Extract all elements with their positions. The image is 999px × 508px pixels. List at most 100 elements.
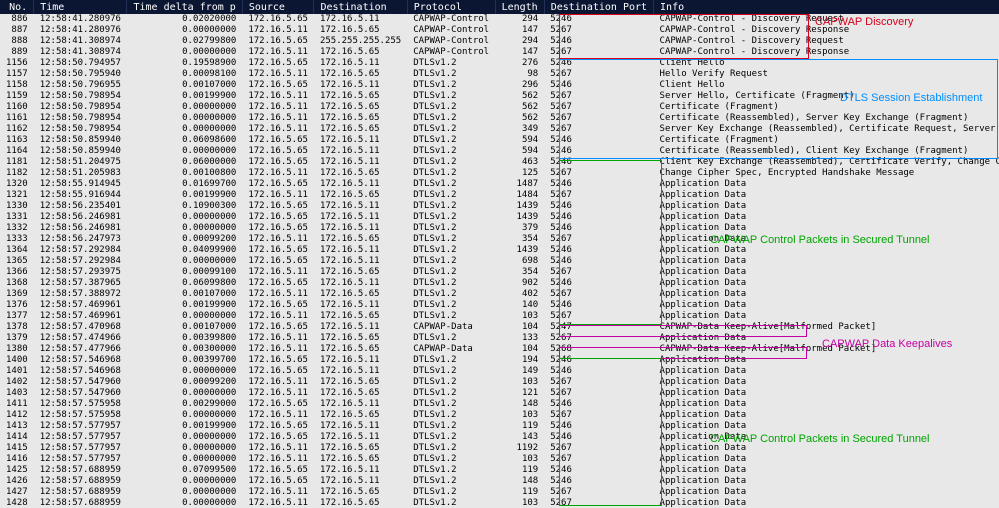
- col-info[interactable]: Info: [654, 0, 999, 14]
- table-row[interactable]: 116112:58:50.7989540.00000000172.16.5.11…: [0, 113, 999, 124]
- table-row[interactable]: 136512:58:57.2929840.00000000172.16.5.65…: [0, 256, 999, 267]
- cell: 172.16.5.65: [242, 245, 314, 256]
- table-row[interactable]: 115912:58:50.7989540.00199900172.16.5.11…: [0, 91, 999, 102]
- table-row[interactable]: 142712:58:57.6889590.00000000172.16.5.11…: [0, 487, 999, 498]
- cell: 12:58:57.469961: [34, 311, 127, 322]
- cell: 0.00000000: [127, 25, 242, 36]
- cell: 172.16.5.11: [314, 179, 407, 190]
- cell: 5267: [544, 25, 653, 36]
- cell: 172.16.5.11: [314, 300, 407, 311]
- cell: 5267: [544, 289, 653, 300]
- table-row[interactable]: 137912:58:57.4749660.00399800172.16.5.11…: [0, 333, 999, 344]
- col-port[interactable]: Destination Port: [544, 0, 653, 14]
- cell: Server Hello, Certificate (Fragment): [654, 91, 999, 102]
- table-row[interactable]: 133212:58:56.2469810.00000000172.16.5.65…: [0, 223, 999, 234]
- table-row[interactable]: 140212:58:57.5479600.00099200172.16.5.11…: [0, 377, 999, 388]
- cell: 172.16.5.65: [242, 223, 314, 234]
- cell: 12:58:57.546968: [34, 366, 127, 377]
- cell: 12:58:51.205983: [34, 168, 127, 179]
- table-row[interactable]: 140312:58:57.5479600.00000000172.16.5.11…: [0, 388, 999, 399]
- table-row[interactable]: 118112:58:51.2049750.06000000172.16.5.65…: [0, 157, 999, 168]
- table-row[interactable]: 138012:58:57.4779660.00300000172.16.5.11…: [0, 344, 999, 355]
- col-src[interactable]: Source: [242, 0, 314, 14]
- table-row[interactable]: 140112:58:57.5469680.00000000172.16.5.65…: [0, 366, 999, 377]
- cell: 1368: [0, 278, 34, 289]
- cell: 0.06098600: [127, 135, 242, 146]
- col-len[interactable]: Length: [495, 0, 544, 14]
- cell: 12:58:55.914945: [34, 179, 127, 190]
- table-row[interactable]: 88712:58:41.2809760.00000000172.16.5.111…: [0, 25, 999, 36]
- cell: 172.16.5.11: [242, 333, 314, 344]
- table-row[interactable]: 88912:58:41.3089740.00000000172.16.5.111…: [0, 47, 999, 58]
- cell: 1484: [495, 190, 544, 201]
- table-row[interactable]: 141212:58:57.5759580.00000000172.16.5.11…: [0, 410, 999, 421]
- table-row[interactable]: 136412:58:57.2929840.04099900172.16.5.65…: [0, 245, 999, 256]
- cell: 172.16.5.11: [314, 201, 407, 212]
- cell: 172.16.5.11: [242, 443, 314, 454]
- cell: 0.00000000: [127, 443, 242, 454]
- table-row[interactable]: 140012:58:57.5469680.00399700172.16.5.65…: [0, 355, 999, 366]
- table-row[interactable]: 137712:58:57.4699610.00000000172.16.5.11…: [0, 311, 999, 322]
- table-row[interactable]: 132112:58:55.9169440.00199900172.16.5.11…: [0, 190, 999, 201]
- cell: 12:58:57.292984: [34, 245, 127, 256]
- cell: 0.00000000: [127, 113, 242, 124]
- cell: DTLSv1.2: [407, 223, 495, 234]
- cell: 172.16.5.11: [314, 465, 407, 476]
- table-row[interactable]: 136912:58:57.3889720.00107000172.16.5.11…: [0, 289, 999, 300]
- table-row[interactable]: 141512:58:57.5779570.00000000172.16.5.11…: [0, 443, 999, 454]
- cell: 1401: [0, 366, 34, 377]
- table-row[interactable]: 115812:58:50.7969550.00107000172.16.5.65…: [0, 80, 999, 91]
- cell: 0.00107000: [127, 322, 242, 333]
- table-row[interactable]: 137612:58:57.4699610.00199900172.16.5.65…: [0, 300, 999, 311]
- col-no[interactable]: No.: [0, 0, 34, 14]
- cell: 0.00000000: [127, 102, 242, 113]
- table-row[interactable]: 133012:58:56.2354010.10900300172.16.5.65…: [0, 201, 999, 212]
- cell: 172.16.5.11: [242, 190, 314, 201]
- cell: DTLSv1.2: [407, 256, 495, 267]
- cell: 889: [0, 47, 34, 58]
- col-td[interactable]: Time delta from p: [127, 0, 242, 14]
- col-dst[interactable]: Destination: [314, 0, 407, 14]
- cell: 172.16.5.65: [314, 311, 407, 322]
- table-row[interactable]: 142512:58:57.6889590.07099500172.16.5.65…: [0, 465, 999, 476]
- cell: DTLSv1.2: [407, 102, 495, 113]
- cell: 1487: [495, 179, 544, 190]
- table-row[interactable]: 118212:58:51.2059830.00100800172.16.5.11…: [0, 168, 999, 179]
- table-row[interactable]: 116312:58:50.8599400.06098600172.16.5.65…: [0, 135, 999, 146]
- table-row[interactable]: 136812:58:57.3879650.06099800172.16.5.65…: [0, 278, 999, 289]
- cell: 0.00199900: [127, 91, 242, 102]
- cell: 12:58:41.308974: [34, 36, 127, 47]
- table-row[interactable]: 88812:58:41.3089740.02799800172.16.5.652…: [0, 36, 999, 47]
- table-row[interactable]: 142612:58:57.6889590.00000000172.16.5.65…: [0, 476, 999, 487]
- table-row[interactable]: 137812:58:57.4709680.00107000172.16.5.65…: [0, 322, 999, 333]
- table-row[interactable]: 141412:58:57.5779570.00000000172.16.5.65…: [0, 432, 999, 443]
- table-row[interactable]: 115712:58:50.7959400.00098100172.16.5.11…: [0, 69, 999, 80]
- cell: 0.00000000: [127, 256, 242, 267]
- table-row[interactable]: 141612:58:57.5779570.00000000172.16.5.11…: [0, 454, 999, 465]
- cell: 12:58:56.246981: [34, 223, 127, 234]
- cell: DTLSv1.2: [407, 135, 495, 146]
- table-row[interactable]: 115612:58:50.7949570.19598900172.16.5.65…: [0, 58, 999, 69]
- table-row[interactable]: 88612:58:41.2809760.02020000172.16.5.651…: [0, 14, 999, 25]
- table-row[interactable]: 136612:58:57.2939750.00099100172.16.5.11…: [0, 267, 999, 278]
- cell: Application Data: [654, 278, 999, 289]
- table-row[interactable]: 133112:58:56.2469810.00000000172.16.5.65…: [0, 212, 999, 223]
- cell: 5246: [544, 36, 653, 47]
- cell: 1439: [495, 201, 544, 212]
- table-row[interactable]: 142812:58:57.6889590.00000000172.16.5.11…: [0, 498, 999, 508]
- table-row[interactable]: 116212:58:50.7989540.00000000172.16.5.11…: [0, 124, 999, 135]
- table-row[interactable]: 141312:58:57.5779570.00199900172.16.5.65…: [0, 421, 999, 432]
- cell: 12:58:57.577957: [34, 421, 127, 432]
- col-prot[interactable]: Protocol: [407, 0, 495, 14]
- table-row[interactable]: 116012:58:50.7989540.00000000172.16.5.11…: [0, 102, 999, 113]
- cell: 0.00000000: [127, 487, 242, 498]
- table-row[interactable]: 116412:58:50.8599400.00000000172.16.5.65…: [0, 146, 999, 157]
- table-row[interactable]: 141112:58:57.5759580.00299000172.16.5.65…: [0, 399, 999, 410]
- col-time[interactable]: Time: [34, 0, 127, 14]
- table-row[interactable]: 132012:58:55.9149450.01699700172.16.5.65…: [0, 179, 999, 190]
- cell: 1377: [0, 311, 34, 322]
- cell: 5267: [544, 124, 653, 135]
- cell: 12:58:57.474966: [34, 333, 127, 344]
- cell: 172.16.5.11: [314, 322, 407, 333]
- table-row[interactable]: 133312:58:56.2479730.00099200172.16.5.11…: [0, 234, 999, 245]
